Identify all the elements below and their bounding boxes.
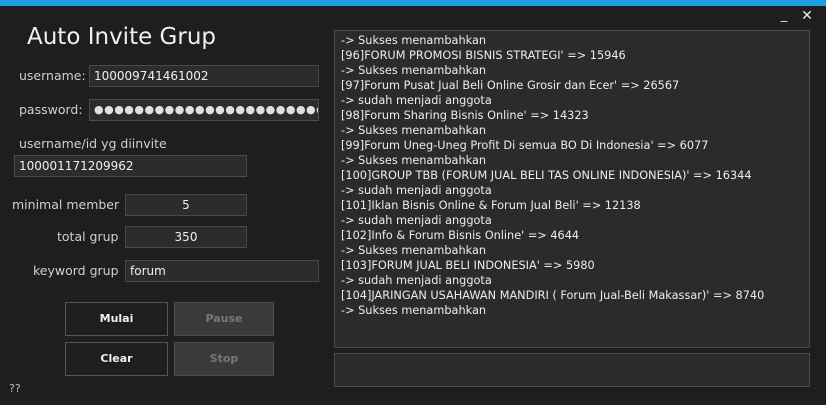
app-title: Auto Invite Grup (27, 24, 217, 50)
log-line: -> sudah menjadi anggota (341, 94, 492, 107)
log-line: [104]JARINGAN USAHAWAN MANDIRI ( Forum J… (341, 289, 765, 302)
invitee-id-input[interactable]: 100001171209962 (14, 155, 247, 177)
log-line: [97]Forum Pusat Jual Beli Online Grosir … (341, 79, 680, 92)
clear-button[interactable]: Clear (65, 342, 168, 376)
log-line: [102]Info & Forum Bisnis Online' => 4644 (341, 229, 580, 242)
username-label: username: (19, 68, 86, 83)
log-line: -> sudah menjadi anggota (341, 274, 492, 287)
keyword-grup-label: keyword grup (33, 263, 119, 278)
log-line: -> Sukses menambahkan (341, 244, 487, 257)
log-line: [96]FORUM PROMOSI BISNIS STRATEGI' => 15… (341, 49, 626, 62)
title-accent-bar (0, 0, 826, 6)
log-line: [100]GROUP TBB (FORUM JUAL BELI TAS ONLI… (341, 169, 752, 182)
pause-button[interactable]: Pause (174, 302, 274, 336)
keyword-grup-input[interactable]: forum (125, 260, 319, 282)
log-line: [103]FORUM JUAL BELI INDONESIA' => 5980 (341, 259, 595, 272)
log-line: -> Sukses menambahkan (341, 304, 487, 317)
log-line: [101]Iklan Bisnis Online & Forum Jual Be… (341, 199, 641, 212)
min-member-input[interactable]: 5 (125, 194, 247, 216)
log-line: -> sudah menjadi anggota (341, 184, 492, 197)
log-line: [98]Forum Sharing Bisnis Online' => 1432… (341, 109, 589, 122)
log-line: -> Sukses menambahkan (341, 124, 487, 137)
close-button[interactable]: ✕ (798, 8, 816, 24)
status-textbox[interactable] (334, 353, 810, 387)
minimize-button[interactable]: _ (775, 8, 793, 24)
stop-button[interactable]: Stop (174, 342, 274, 376)
mulai-button[interactable]: Mulai (65, 302, 168, 336)
log-line: -> Sukses menambahkan (341, 64, 487, 77)
log-output[interactable]: -> Sukses menambahkan [96]FORUM PROMOSI B… (334, 30, 810, 348)
username-input[interactable]: 100009741461002 (89, 65, 319, 87)
password-input[interactable]: ●●●●●●●●●●●●●●●●●●●●●●●●●●●●●●●●●●●●●●●●… (89, 99, 319, 121)
total-grup-label: total grup (57, 229, 119, 244)
min-member-label: minimal member (12, 197, 120, 212)
password-label: password: (19, 102, 83, 117)
log-line: -> Sukses menambahkan (341, 154, 487, 167)
log-line: [99]Forum Uneg-Uneg Profit Di semua BO D… (341, 139, 709, 152)
log-line: -> Sukses menambahkan (341, 34, 487, 47)
total-grup-input[interactable]: 350 (125, 226, 247, 248)
invitee-label: username/id yg diinvite (19, 136, 167, 151)
log-line: -> sudah menjadi anggota (341, 214, 492, 227)
help-marker: ?? (9, 382, 21, 395)
